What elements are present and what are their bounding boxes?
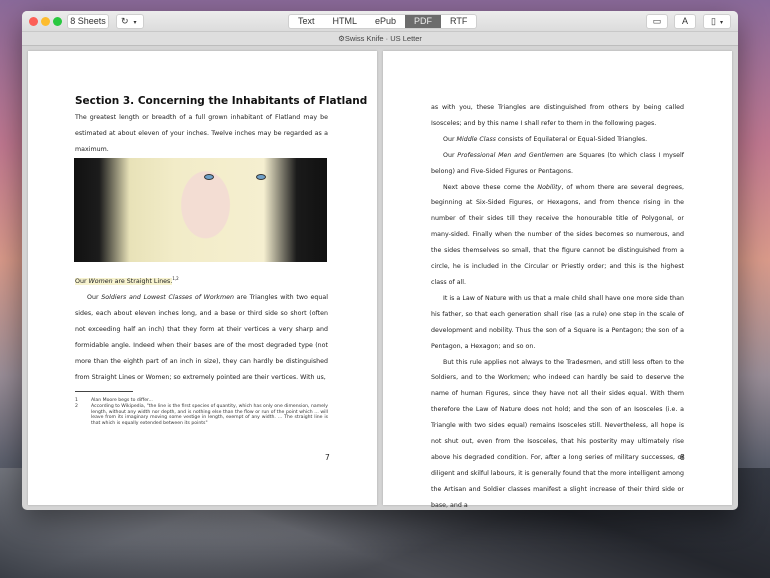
photo-eye — [204, 174, 214, 180]
page-left: Section 3. Concerning the Inhabitants of… — [28, 51, 377, 505]
text: are Straight Lines. — [112, 278, 173, 286]
text-run: Our — [443, 151, 458, 159]
page-number: 8 — [680, 453, 685, 462]
footnote-number: 1 — [75, 398, 78, 403]
text-run: Soldiers and Lowest Classes of Workmen — [101, 294, 234, 301]
footnote-divider — [75, 391, 133, 392]
text-run: But this rule applies not always to the … — [431, 358, 684, 509]
format-tabs: Text HTML ePub PDF RTF — [288, 14, 478, 29]
toolbar: 8 Sheets ↻ ▾ Text HTML ePub PDF RTF ▭ A ▯… — [22, 11, 738, 32]
body-text: Our Women are Straight Lines.1,2 Our Sol… — [75, 271, 328, 385]
refresh-icon: ↻ — [121, 16, 129, 26]
footnote-text: Alan Moore begs to differ... — [91, 398, 153, 403]
zoom-button[interactable] — [53, 17, 62, 26]
body-text: as with you, these Triangles are disting… — [431, 100, 684, 510]
tab-rtf[interactable]: RTF — [441, 15, 476, 28]
tab-text[interactable]: Text — [289, 15, 324, 28]
footnote-2: 2 According to Wikipedia, "the line is th… — [75, 404, 328, 426]
text-run: Professional Men and Gentlemen — [457, 151, 564, 159]
text-run: Our — [87, 294, 102, 301]
text-run: are Triangles with two equal sides, each… — [75, 294, 328, 381]
paragraph: Our Professional Men and Gentlemen are S… — [431, 148, 684, 180]
intro-text: The greatest length or breadth of a full… — [75, 110, 328, 158]
fonts-button[interactable]: A — [674, 14, 696, 29]
document-icon: ▯ — [711, 16, 716, 26]
text-run: Our — [443, 135, 457, 143]
text-run: as with you, these Triangles are disting… — [431, 104, 684, 127]
chevron-down-icon[interactable]: ▾ — [720, 20, 723, 26]
text-run: The greatest length or breadth of a full… — [75, 114, 328, 153]
paragraph: The greatest length or breadth of a full… — [75, 110, 328, 158]
portrait-photo — [74, 158, 327, 262]
paragraph: Our Middle Class consists of Equilateral… — [431, 132, 684, 148]
footnote-1: 1 Alan Moore begs to differ... — [75, 398, 328, 404]
text: Women — [88, 278, 113, 286]
footnote-text: According to Wikipedia, "the line is the… — [91, 404, 328, 426]
text-run: Nobility — [537, 183, 562, 191]
paragraph: It is a Law of Nature with us that a mal… — [431, 291, 684, 355]
gear-icon: ⚙ — [338, 34, 345, 43]
paragraph: Our Soldiers and Lowest Classes of Workm… — [75, 290, 328, 385]
page-right: as with you, these Triangles are disting… — [383, 51, 732, 509]
chevron-down-icon[interactable]: ▾ — [134, 20, 137, 26]
tab-epub[interactable]: ePub — [366, 15, 405, 28]
style-name: Swiss Knife · US Letter — [344, 34, 422, 43]
tab-html[interactable]: HTML — [324, 15, 367, 28]
text-run: Next above these come the — [443, 183, 538, 191]
page-number: 7 — [325, 453, 330, 462]
close-button[interactable] — [29, 17, 38, 26]
paragraph: Next above these come the Nobility, of w… — [431, 180, 684, 291]
paragraph: But this rule applies not always to the … — [431, 355, 684, 511]
section-heading: Section 3. Concerning the Inhabitants of… — [75, 95, 368, 107]
document-button[interactable]: ▯ ▾ — [703, 14, 731, 29]
tab-pdf[interactable]: PDF — [405, 15, 442, 28]
folder-button[interactable]: ▭ — [646, 14, 668, 29]
sheets-button[interactable]: 8 Sheets — [67, 14, 109, 29]
style-bar[interactable]: ⚙Swiss Knife · US Letter — [22, 32, 738, 46]
paragraphs: Our Soldiers and Lowest Classes of Workm… — [75, 290, 328, 385]
text: Our — [75, 278, 89, 286]
photo-eye — [256, 174, 266, 180]
highlight-line: Our Women are Straight Lines.1,2 — [75, 271, 328, 290]
text-run: Middle Class — [456, 135, 496, 143]
text-run: , of whom there are several degrees, beg… — [431, 183, 684, 286]
footnote-number: 2 — [75, 404, 78, 409]
refresh-button[interactable]: ↻ ▾ — [116, 14, 144, 29]
footnote-ref[interactable]: 1,2 — [172, 276, 178, 281]
app-window: 8 Sheets ↻ ▾ Text HTML ePub PDF RTF ▭ A ▯… — [22, 11, 738, 510]
paragraph: as with you, these Triangles are disting… — [431, 100, 684, 132]
font-icon: A — [681, 16, 688, 26]
folder-icon: ▭ — [652, 16, 662, 26]
text-run: consists of Equilateral or Equal-Sided T… — [495, 135, 648, 143]
minimize-button[interactable] — [41, 17, 50, 26]
text-run: It is a Law of Nature with us that a mal… — [431, 294, 684, 350]
